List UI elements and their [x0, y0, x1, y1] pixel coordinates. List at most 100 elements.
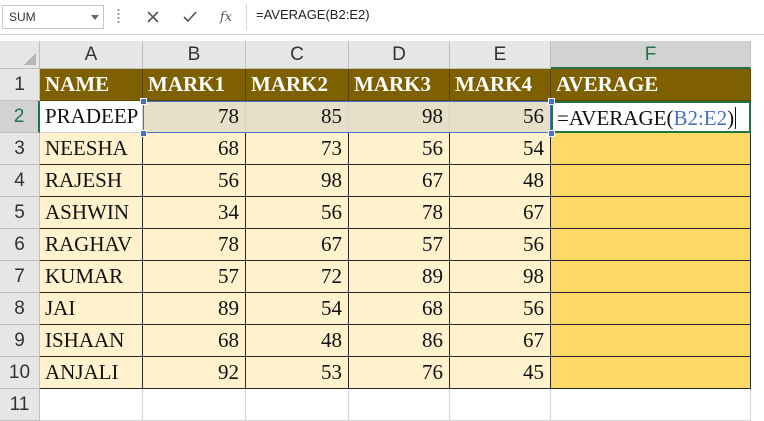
cell-b7[interactable]: 57: [143, 261, 246, 293]
column-header-f[interactable]: F: [551, 41, 751, 69]
fx-icon[interactable]: fx: [214, 5, 238, 29]
cell-d5[interactable]: 78: [349, 197, 450, 229]
cell-a8[interactable]: JAI: [40, 293, 143, 325]
header-cell-d[interactable]: MARK3: [349, 69, 450, 101]
cell-a10[interactable]: ANJALI: [40, 357, 143, 389]
cell-f5[interactable]: [551, 197, 751, 229]
select-all-button[interactable]: [0, 41, 40, 69]
cell-d2[interactable]: 98: [349, 101, 450, 133]
cell-a11[interactable]: [40, 389, 143, 421]
row-header-9[interactable]: 9: [0, 325, 40, 357]
cell-c3[interactable]: 73: [246, 133, 349, 165]
cell-a2[interactable]: PRADEEP: [40, 101, 143, 133]
check-icon[interactable]: [178, 5, 202, 29]
row-header-11[interactable]: 11: [0, 389, 40, 421]
cell-f8[interactable]: [551, 293, 751, 325]
row-header-8[interactable]: 8: [0, 293, 40, 325]
cell-b10[interactable]: 92: [143, 357, 246, 389]
cell-d9[interactable]: 86: [349, 325, 450, 357]
cell-c7[interactable]: 72: [246, 261, 349, 293]
cell-d3[interactable]: 56: [349, 133, 450, 165]
range-resize-handle[interactable]: [140, 130, 147, 137]
cell-a3[interactable]: NEESHA: [40, 133, 143, 165]
formula-input[interactable]: [256, 7, 746, 22]
row-header-2[interactable]: 2: [0, 101, 40, 133]
cell-d10[interactable]: 76: [349, 357, 450, 389]
column-header-c[interactable]: C: [246, 41, 349, 69]
formula-suffix: ): [727, 106, 735, 130]
cell-b4[interactable]: 56: [143, 165, 246, 197]
cell-b6[interactable]: 78: [143, 229, 246, 261]
row-header-4[interactable]: 4: [0, 165, 40, 197]
cell-f7[interactable]: [551, 261, 751, 293]
row-header-5[interactable]: 5: [0, 197, 40, 229]
range-resize-handle[interactable]: [548, 98, 555, 105]
cell-e7[interactable]: 98: [450, 261, 551, 293]
column-header-d[interactable]: D: [349, 41, 450, 69]
row-header-3[interactable]: 3: [0, 133, 40, 165]
close-icon[interactable]: [141, 5, 165, 29]
cell-b8[interactable]: 89: [143, 293, 246, 325]
formula-bar-divider: [246, 4, 247, 30]
header-cell-e[interactable]: MARK4: [450, 69, 551, 101]
formula-bar: SUM fx: [0, 0, 764, 35]
row-header-7[interactable]: 7: [0, 261, 40, 293]
cell-f10[interactable]: [551, 357, 751, 389]
cell-e6[interactable]: 56: [450, 229, 551, 261]
cell-c8[interactable]: 54: [246, 293, 349, 325]
cell-a7[interactable]: KUMAR: [40, 261, 143, 293]
cell-d8[interactable]: 68: [349, 293, 450, 325]
formula-range-reference: B2:E2: [673, 106, 728, 130]
cell-c6[interactable]: 67: [246, 229, 349, 261]
cell-e2[interactable]: 56: [450, 101, 551, 133]
row-header-6[interactable]: 6: [0, 229, 40, 261]
cell-a5[interactable]: ASHWIN: [40, 197, 143, 229]
header-cell-f[interactable]: AVERAGE: [551, 69, 751, 101]
cell-a9[interactable]: ISHAAN: [40, 325, 143, 357]
cell-e9[interactable]: 67: [450, 325, 551, 357]
cell-e3[interactable]: 54: [450, 133, 551, 165]
cell-c2[interactable]: 85: [246, 101, 349, 133]
cell-e4[interactable]: 48: [450, 165, 551, 197]
cell-b5[interactable]: 34: [143, 197, 246, 229]
cell-e8[interactable]: 56: [450, 293, 551, 325]
cell-b9[interactable]: 68: [143, 325, 246, 357]
header-cell-b[interactable]: MARK1: [143, 69, 246, 101]
cell-a6[interactable]: RAGHAV: [40, 229, 143, 261]
column-header-b[interactable]: B: [143, 41, 246, 69]
header-cell-a[interactable]: NAME: [40, 69, 143, 101]
cell-d11[interactable]: [349, 389, 450, 421]
cell-b11[interactable]: [143, 389, 246, 421]
cell-b2[interactable]: 78: [143, 101, 246, 133]
cell-f3[interactable]: [551, 133, 751, 165]
range-resize-handle[interactable]: [548, 130, 555, 137]
cell-d6[interactable]: 57: [349, 229, 450, 261]
cell-e10[interactable]: 45: [450, 357, 551, 389]
range-resize-handle[interactable]: [140, 98, 147, 105]
cell-e11[interactable]: [450, 389, 551, 421]
header-cell-c[interactable]: MARK2: [246, 69, 349, 101]
row-header-10[interactable]: 10: [0, 357, 40, 389]
cell-e5[interactable]: 67: [450, 197, 551, 229]
cell-b3[interactable]: 68: [143, 133, 246, 165]
cell-f4[interactable]: [551, 165, 751, 197]
cell-f6[interactable]: [551, 229, 751, 261]
column-header-a[interactable]: A: [40, 41, 143, 69]
cell-f9[interactable]: [551, 325, 751, 357]
chevron-down-icon[interactable]: [91, 15, 99, 20]
cell-c4[interactable]: 98: [246, 165, 349, 197]
cell-d7[interactable]: 89: [349, 261, 450, 293]
select-all-icon: [24, 53, 36, 65]
cell-c5[interactable]: 56: [246, 197, 349, 229]
cell-c9[interactable]: 48: [246, 325, 349, 357]
cell-f11[interactable]: [551, 389, 751, 421]
cell-d4[interactable]: 67: [349, 165, 450, 197]
drag-handle-icon[interactable]: [117, 8, 120, 24]
cell-a4[interactable]: RAJESH: [40, 165, 143, 197]
cell-f2-editing[interactable]: =AVERAGE(B2:E2): [551, 101, 751, 133]
cell-c10[interactable]: 53: [246, 357, 349, 389]
row-header-1[interactable]: 1: [0, 69, 40, 101]
name-box[interactable]: SUM: [2, 5, 104, 29]
cell-c11[interactable]: [246, 389, 349, 421]
column-header-e[interactable]: E: [450, 41, 551, 69]
